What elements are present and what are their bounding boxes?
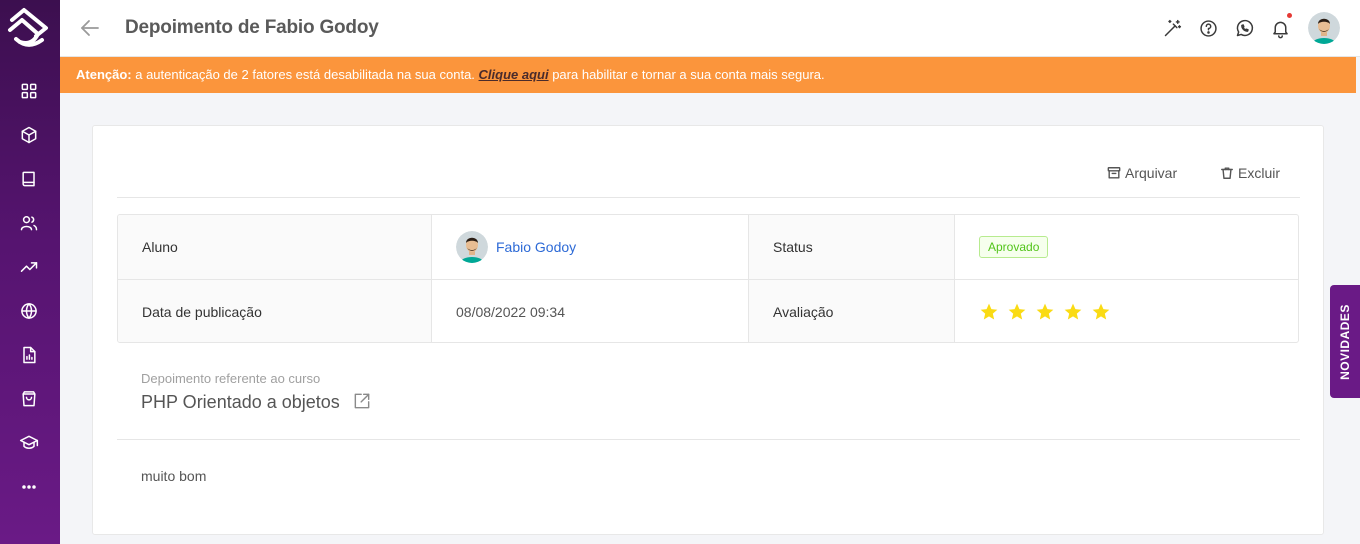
star-icon bbox=[1064, 303, 1082, 320]
published-date: 08/08/2022 09:34 bbox=[456, 304, 565, 320]
book-icon bbox=[22, 171, 35, 187]
cube-icon bbox=[21, 126, 37, 144]
student-value-cell: Fabio Godoy bbox=[432, 215, 748, 279]
arrow-left-icon bbox=[81, 20, 99, 36]
delete-label: Excluir bbox=[1238, 165, 1281, 181]
star-icon bbox=[1008, 303, 1026, 320]
brand-logo-icon bbox=[8, 8, 48, 47]
testimonial-text: muito bom bbox=[141, 468, 207, 484]
back-button[interactable] bbox=[78, 16, 102, 40]
more-dots-icon bbox=[22, 485, 36, 489]
sidebar bbox=[0, 0, 60, 544]
published-label-cell: Data de publicação bbox=[118, 280, 431, 342]
star-icon bbox=[980, 303, 998, 320]
warning-prefix: Atenção: bbox=[76, 67, 132, 82]
student-label-cell: Aluno bbox=[118, 215, 431, 279]
status-label-cell: Status bbox=[749, 215, 954, 279]
divider bbox=[117, 439, 1300, 440]
whatsapp-icon bbox=[1236, 19, 1253, 36]
status-value-cell: Aprovado bbox=[955, 215, 1298, 279]
external-link-icon bbox=[354, 393, 370, 409]
sidebar-item-courses[interactable] bbox=[14, 164, 44, 194]
graduation-cap-icon bbox=[19, 435, 39, 449]
student-avatar bbox=[456, 231, 488, 263]
sidebar-item-users[interactable] bbox=[14, 208, 44, 238]
enable-2fa-link[interactable]: Clique aqui bbox=[479, 67, 549, 82]
warning-text-before: a autenticação de 2 fatores está desabil… bbox=[131, 67, 479, 82]
brand-logo[interactable] bbox=[6, 6, 52, 52]
archive-label: Arquivar bbox=[1125, 165, 1178, 181]
report-icon bbox=[23, 346, 36, 364]
rating-label: Avaliação bbox=[773, 304, 834, 320]
notifications-button[interactable] bbox=[1268, 13, 1292, 40]
details-table: Aluno Fabio Godoy Status Aprovado Data d… bbox=[117, 214, 1299, 343]
notification-dot bbox=[1287, 13, 1292, 18]
archive-button[interactable]: Arquivar bbox=[1107, 165, 1177, 181]
published-value-cell: 08/08/2022 09:34 bbox=[432, 280, 748, 342]
bell-icon bbox=[1272, 21, 1288, 38]
star-icon bbox=[1036, 303, 1054, 320]
magic-wand-button[interactable] bbox=[1160, 16, 1184, 40]
table-divider bbox=[118, 279, 1298, 280]
help-button[interactable] bbox=[1196, 16, 1220, 40]
shopping-bag-icon bbox=[22, 391, 36, 407]
sidebar-item-site[interactable] bbox=[14, 296, 44, 326]
sidebar-item-more[interactable] bbox=[14, 472, 44, 502]
open-course-button[interactable] bbox=[352, 391, 374, 413]
published-label: Data de publicação bbox=[142, 304, 262, 320]
sidebar-item-academy[interactable] bbox=[14, 428, 44, 458]
student-avatar-image bbox=[456, 231, 488, 263]
grid-icon bbox=[21, 83, 37, 99]
rating-value-cell bbox=[955, 280, 1298, 342]
sidebar-item-reports[interactable] bbox=[14, 340, 44, 370]
magic-wand-icon bbox=[1164, 19, 1181, 36]
student-label: Aluno bbox=[142, 239, 178, 255]
page-title: Depoimento de Fabio Godoy bbox=[125, 17, 379, 38]
trending-up-icon bbox=[20, 262, 38, 272]
star-icon bbox=[1092, 303, 1110, 320]
warning-text-after: para habilitar e tornar a sua conta mais… bbox=[548, 67, 825, 82]
course-name: PHP Orientado a objetos bbox=[141, 391, 340, 412]
status-badge: Aprovado bbox=[979, 236, 1049, 258]
whatsapp-button[interactable] bbox=[1232, 16, 1256, 40]
divider bbox=[117, 197, 1300, 198]
rating-stars bbox=[979, 302, 1111, 322]
delete-button[interactable]: Excluir bbox=[1220, 165, 1280, 181]
student-name-link[interactable]: Fabio Godoy bbox=[496, 239, 576, 255]
top-header: Depoimento de Fabio Godoy bbox=[60, 0, 1360, 57]
novidades-tab[interactable]: NOVIDADES bbox=[1330, 285, 1360, 398]
novidades-label: NOVIDADES bbox=[1338, 303, 1352, 380]
sidebar-item-analytics[interactable] bbox=[14, 252, 44, 282]
users-icon bbox=[20, 216, 38, 231]
help-circle-icon bbox=[1199, 19, 1217, 37]
course-title: PHP Orientado a objetos bbox=[141, 391, 374, 413]
archive-icon bbox=[1107, 167, 1121, 179]
status-label: Status bbox=[773, 239, 813, 255]
user-avatar[interactable] bbox=[1308, 12, 1340, 44]
course-caption: Depoimento referente ao curso bbox=[141, 371, 321, 386]
two-factor-warning: Atenção: a autenticação de 2 fatores est… bbox=[60, 57, 1356, 93]
testimonial-card: Arquivar Excluir Aluno Fabio Godoy Statu… bbox=[92, 125, 1324, 535]
globe-icon bbox=[21, 303, 37, 319]
sidebar-item-store[interactable] bbox=[14, 384, 44, 414]
avatar-image bbox=[1308, 12, 1340, 44]
sidebar-item-dashboard[interactable] bbox=[14, 76, 44, 106]
rating-label-cell: Avaliação bbox=[749, 280, 954, 342]
trash-icon bbox=[1221, 167, 1233, 179]
sidebar-item-products[interactable] bbox=[14, 120, 44, 150]
